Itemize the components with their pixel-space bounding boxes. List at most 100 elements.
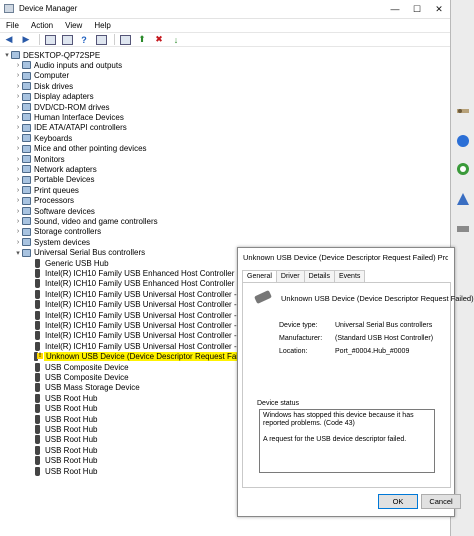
device-category-icon	[22, 248, 31, 257]
tree-item-usb-device[interactable]: Intel(R) ICH10 Family USB Universal Host…	[25, 300, 258, 310]
expand-arrow-icon[interactable]: ›	[14, 135, 22, 142]
tree-item-label: USB Root Hub	[45, 445, 98, 455]
menu-file[interactable]: File	[0, 19, 25, 32]
tree-item-usb-device[interactable]: Intel(R) ICH10 Family USB Universal Host…	[25, 310, 258, 320]
expand-arrow-icon[interactable]: ›	[14, 124, 22, 131]
properties-icon[interactable]	[60, 34, 74, 46]
tree-category[interactable]: › Print queues	[14, 185, 79, 195]
close-button[interactable]: ✕	[428, 0, 450, 18]
usb-plug-icon	[35, 300, 40, 310]
collapse-arrow-icon[interactable]: ▾	[3, 51, 11, 59]
tree-item-usb-device[interactable]: Intel(R) ICH10 Family USB Universal Host…	[25, 320, 258, 330]
tree-category[interactable]: › Computer	[14, 71, 69, 81]
tree-item-label: USB Root Hub	[45, 435, 98, 445]
expand-arrow-icon[interactable]: ›	[14, 239, 22, 246]
expand-arrow-icon[interactable]: ›	[14, 197, 22, 204]
expand-arrow-icon[interactable]: ›	[14, 72, 22, 79]
tree-item-usb-device[interactable]: USB Root Hub	[25, 424, 97, 434]
tree-item-usb-device[interactable]: Intel(R) ICH10 Family USB Enhanced Host …	[25, 279, 262, 289]
tree-category[interactable]: › Processors	[14, 196, 74, 206]
back-icon[interactable]: ◀	[2, 34, 16, 46]
tree-category[interactable]: › IDE ATA/ATAPI controllers	[14, 123, 127, 133]
forward-icon[interactable]: ▶	[19, 34, 33, 46]
tree-category[interactable]: › DVD/CD-ROM drives	[14, 102, 110, 112]
tree-item-usb-device[interactable]: Intel(R) ICH10 Family USB Universal Host…	[25, 331, 258, 341]
help-icon[interactable]: ?	[77, 34, 91, 46]
tree-item-usb-device[interactable]: USB Root Hub	[25, 404, 97, 414]
tree-item-label: Print queues	[34, 185, 79, 195]
scan-hardware-icon[interactable]	[118, 34, 132, 46]
tree-category[interactable]: › Disk drives	[14, 81, 73, 91]
update-driver-icon[interactable]: ⬆	[135, 34, 149, 46]
uninstall-icon[interactable]: ✖	[152, 34, 166, 46]
device-status-label: Device status	[257, 400, 300, 407]
tree-category[interactable]: › Human Interface Devices	[14, 112, 124, 122]
collapse-arrow-icon[interactable]: ▾	[14, 249, 22, 257]
tree-item-usb-device[interactable]: USB Mass Storage Device	[25, 383, 140, 393]
tree-item-label: Storage controllers	[34, 227, 102, 237]
expand-arrow-icon[interactable]: ›	[14, 156, 22, 163]
tree-item-label: Intel(R) ICH10 Family USB Universal Host…	[45, 341, 258, 351]
expand-arrow-icon[interactable]: ›	[14, 145, 22, 152]
tree-item-label: Intel(R) ICH10 Family USB Universal Host…	[45, 289, 258, 299]
tree-item-label: Processors	[34, 196, 75, 206]
minimize-button[interactable]: —	[384, 0, 406, 18]
device-status-textbox[interactable]: Windows has stopped this device because …	[259, 409, 435, 473]
tree-item-label: Monitors	[34, 154, 65, 164]
tree-category[interactable]: › System devices	[14, 237, 90, 247]
tree-category[interactable]: › Sound, video and game controllers	[14, 216, 158, 226]
tree-category[interactable]: › Monitors	[14, 154, 65, 164]
menu-action[interactable]: Action	[25, 19, 59, 32]
tree-category[interactable]: › Software devices	[14, 206, 95, 216]
tree-category[interactable]: › Mice and other pointing devices	[14, 144, 147, 154]
expand-arrow-icon[interactable]: ›	[14, 83, 22, 90]
title-bar[interactable]: Device Manager — ☐ ✕	[0, 0, 450, 19]
maximize-button[interactable]: ☐	[406, 0, 428, 18]
tree-item-label: Intel(R) ICH10 Family USB Universal Host…	[45, 300, 258, 310]
tree-category[interactable]: › Display adapters	[14, 92, 94, 102]
expand-arrow-icon[interactable]: ›	[14, 208, 22, 215]
tree-category[interactable]: › Network adapters	[14, 164, 97, 174]
tree-item-usb-device[interactable]: USB Root Hub	[25, 466, 97, 476]
tree-root-computer[interactable]: ▾ DESKTOP-QP72SPE	[3, 50, 100, 60]
show-hidden-icon[interactable]	[94, 34, 108, 46]
tree-category[interactable]: › Keyboards	[14, 133, 72, 143]
menu-help[interactable]: Help	[88, 19, 116, 32]
cancel-button[interactable]: Cancel	[421, 494, 461, 509]
tree-category[interactable]: › Audio inputs and outputs	[14, 60, 122, 70]
tree-item-usb-device[interactable]: USB Root Hub	[25, 414, 97, 424]
tree-item-usb-device[interactable]: USB Root Hub	[25, 456, 97, 466]
expand-arrow-icon[interactable]: ›	[14, 176, 22, 183]
tree-category[interactable]: › Portable Devices	[14, 175, 95, 185]
expand-arrow-icon[interactable]: ›	[14, 187, 22, 194]
enable-icon[interactable]: ↓	[169, 34, 183, 46]
expand-arrow-icon[interactable]: ›	[14, 218, 22, 225]
expand-arrow-icon[interactable]: ›	[14, 228, 22, 235]
expand-arrow-icon[interactable]: ›	[14, 166, 22, 173]
expand-arrow-icon[interactable]: ›	[14, 104, 22, 111]
tree-item-usb-device[interactable]: Generic USB Hub	[25, 258, 109, 268]
menu-view[interactable]: View	[59, 19, 88, 32]
expand-arrow-icon[interactable]: ›	[14, 62, 22, 69]
tree-item-usb-device[interactable]: USB Root Hub	[25, 435, 97, 445]
ok-button[interactable]: OK	[378, 494, 418, 509]
tree-item-label: Mice and other pointing devices	[34, 144, 147, 154]
expand-arrow-icon[interactable]: ›	[14, 93, 22, 100]
tree-item-unknown-usb-device[interactable]: Unknown USB Device (Device Descriptor Re…	[25, 352, 254, 362]
tree-item-label: Audio inputs and outputs	[34, 60, 123, 70]
tree-category[interactable]: ▾ Universal Serial Bus controllers	[14, 248, 145, 258]
tree-item-usb-device[interactable]: Intel(R) ICH10 Family USB Universal Host…	[25, 341, 258, 351]
view-tree-icon[interactable]	[43, 34, 57, 46]
tree-item-usb-device[interactable]: USB Composite Device	[25, 372, 129, 382]
dialog-title: Unknown USB Device (Device Descriptor Re…	[243, 253, 448, 262]
tree-item-usb-device[interactable]: Intel(R) ICH10 Family USB Enhanced Host …	[25, 268, 261, 278]
tree-item-label: USB Root Hub	[45, 456, 98, 466]
tree-item-label: Human Interface Devices	[34, 112, 124, 122]
tree-item-usb-device[interactable]: USB Root Hub	[25, 393, 97, 403]
status-detail: A request for the USB device descriptor …	[263, 436, 407, 443]
expand-arrow-icon[interactable]: ›	[14, 114, 22, 121]
tree-item-usb-device[interactable]: USB Composite Device	[25, 362, 129, 372]
tree-item-usb-device[interactable]: USB Root Hub	[25, 445, 97, 455]
tree-item-usb-device[interactable]: Intel(R) ICH10 Family USB Universal Host…	[25, 289, 258, 299]
tree-category[interactable]: › Storage controllers	[14, 227, 101, 237]
